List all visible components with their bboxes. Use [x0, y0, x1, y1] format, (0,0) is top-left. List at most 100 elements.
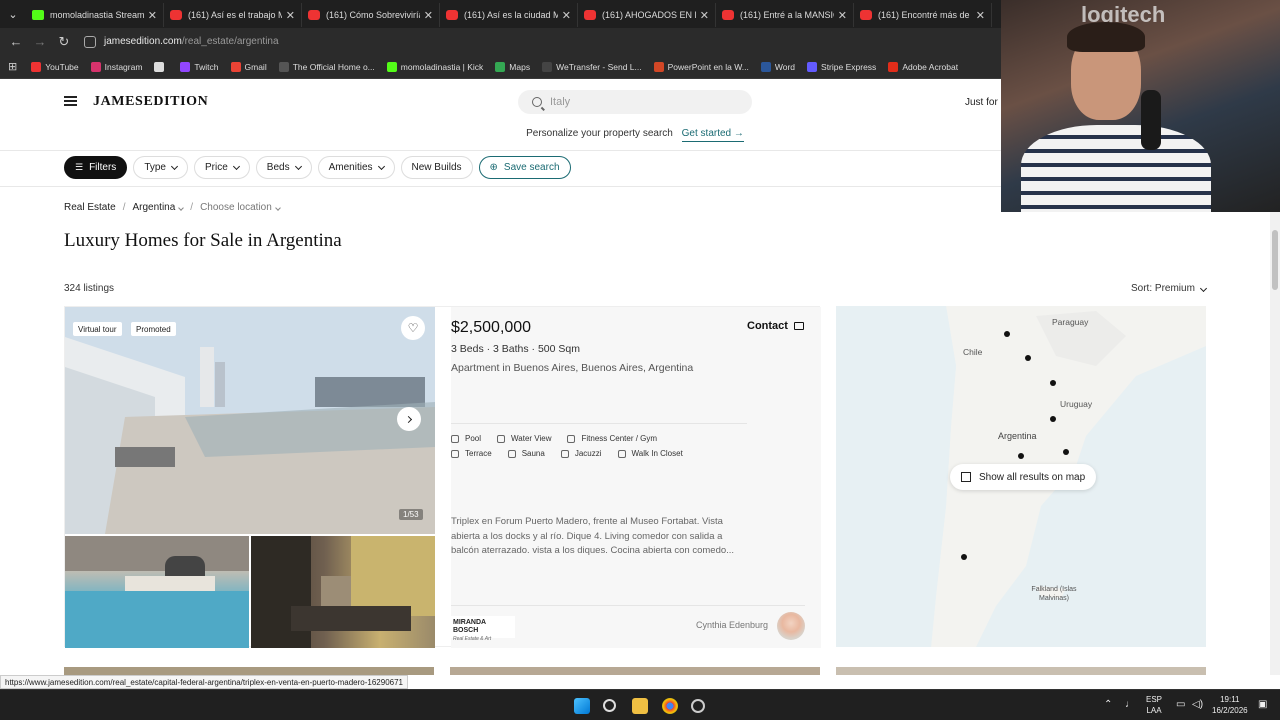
- search-input[interactable]: Italy: [518, 90, 752, 114]
- agency-logo[interactable]: MIRANDA BOSCH Real Estate & Art: [451, 616, 515, 642]
- site-info-icon[interactable]: [84, 35, 96, 48]
- back-arrow-icon[interactable]: ←: [4, 34, 28, 49]
- listing-thumbnail-living[interactable]: [251, 536, 435, 648]
- search-icon: ⊕: [489, 162, 498, 173]
- chevron-down-icon: [294, 162, 302, 170]
- listing-main-photo[interactable]: Virtual tour Promoted ♡ 1/53: [65, 307, 435, 534]
- listing-description: Triplex en Forum Puerto Madero, frente a…: [451, 516, 735, 556]
- powerpoint-icon: [653, 61, 664, 72]
- tab-search-chevron-icon[interactable]: ⌄: [0, 0, 26, 28]
- close-tab-icon[interactable]: ✕: [562, 9, 571, 22]
- microphone-icon: [1141, 90, 1161, 150]
- beds-dropdown[interactable]: Beds: [255, 156, 312, 179]
- wetransfer-icon: [542, 61, 553, 72]
- scrollbar-thumb[interactable]: [1272, 230, 1278, 290]
- just-for-link[interactable]: Just for: [965, 97, 998, 108]
- close-tab-icon[interactable]: ✕: [976, 9, 985, 22]
- bookmark-wetransfer[interactable]: WeTransfer - Send L...: [542, 61, 642, 72]
- bookmark-x[interactable]: [154, 61, 168, 72]
- chevron-down-icon: [377, 162, 385, 170]
- browser-tab[interactable]: (161) Encontré más de 10 ✕: [854, 3, 992, 27]
- bookmark-stripe[interactable]: Stripe Express: [807, 61, 876, 72]
- close-tab-icon[interactable]: ✕: [700, 9, 709, 22]
- map-marker[interactable]: [1050, 416, 1056, 422]
- close-tab-icon[interactable]: ✕: [424, 9, 433, 22]
- get-started-link[interactable]: Get started →: [681, 128, 744, 142]
- browser-tab[interactable]: (161) Así es el trabajo MÁ ✕: [164, 3, 302, 27]
- volume-icon[interactable]: ◁): [1192, 699, 1203, 710]
- url-field[interactable]: jamesedition.com/real_estate/argentina: [84, 30, 984, 53]
- next-listing-photo[interactable]: [450, 667, 820, 675]
- youtube-icon: [584, 10, 596, 20]
- close-tab-icon[interactable]: ✕: [286, 9, 295, 22]
- water-view-icon: [497, 434, 506, 443]
- map-marker[interactable]: [961, 554, 967, 560]
- show-all-on-map-button[interactable]: Show all results on map: [950, 464, 1097, 490]
- map-marker[interactable]: [1063, 449, 1069, 455]
- listing-specs: 3 Beds · 3 Baths · 500 Sqm: [451, 343, 580, 355]
- map-label-chile: Chile: [963, 347, 983, 357]
- browser-tab[interactable]: (161) Entré a la MANSIÓN✕: [716, 3, 854, 27]
- bookmark-youtube[interactable]: YouTube: [31, 61, 79, 72]
- contact-button[interactable]: Contact: [747, 320, 804, 332]
- pool-photo-illustration: [65, 536, 249, 648]
- bookmark-official-home[interactable]: The Official Home o...: [278, 61, 375, 72]
- bookmark-twitch[interactable]: Twitch: [180, 61, 219, 72]
- browser-tab[interactable]: (161) Cómo Sobreviviría Je✕: [302, 3, 440, 27]
- map-marker[interactable]: [1025, 355, 1031, 361]
- apps-grid-icon[interactable]: ⊞: [8, 60, 17, 73]
- map-marker[interactable]: [1018, 453, 1024, 459]
- bookmark-word[interactable]: Word: [760, 61, 795, 72]
- chrome-icon[interactable]: [662, 698, 678, 714]
- breadcrumb-real-estate[interactable]: Real Estate: [64, 202, 116, 213]
- map-marker[interactable]: [1004, 331, 1010, 337]
- windows-start-icon[interactable]: [574, 698, 590, 714]
- browser-tab[interactable]: (161) Así es la ciudad MÁ ✕: [440, 3, 578, 27]
- save-search-button[interactable]: ⊕ Save search: [478, 156, 571, 179]
- clock[interactable]: 19:11 16/2/2026: [1212, 694, 1248, 716]
- forward-arrow-icon[interactable]: →: [28, 34, 52, 49]
- close-tab-icon[interactable]: ✕: [148, 9, 157, 22]
- browser-tab[interactable]: (161) AHOGADOS EN LA ✕: [578, 3, 716, 27]
- taskbar-search-icon[interactable]: [603, 699, 616, 712]
- amenities-row: Terrace Sauna Jacuzzi Walk In Closet: [451, 449, 683, 458]
- price-dropdown[interactable]: Price: [194, 156, 250, 179]
- status-bar-url: https://www.jamesedition.com/real_estate…: [0, 675, 408, 689]
- map-marker[interactable]: [1050, 380, 1056, 386]
- bookmark-gmail[interactable]: Gmail: [230, 61, 267, 72]
- browser-tab[interactable]: momoladinastia Stream - ✕: [26, 3, 164, 27]
- listing-thumbnail-pool[interactable]: [65, 536, 249, 648]
- next-photo-button[interactable]: [397, 407, 421, 431]
- site-logo[interactable]: JAMESEDITION: [93, 94, 208, 110]
- choose-location-dropdown[interactable]: Choose location: [200, 202, 281, 213]
- file-explorer-icon[interactable]: [632, 698, 648, 714]
- reload-icon[interactable]: ↻: [52, 34, 76, 50]
- network-icon[interactable]: ▭: [1176, 699, 1185, 710]
- listing-card[interactable]: Virtual tour Promoted ♡ 1/53 $2,500,000 …: [64, 306, 821, 648]
- breadcrumb-argentina[interactable]: Argentina: [132, 202, 185, 213]
- mic-tray-icon[interactable]: ♩: [1125, 699, 1135, 710]
- next-listing-photo[interactable]: [64, 667, 434, 675]
- close-tab-icon[interactable]: ✕: [838, 9, 847, 22]
- next-listing-photo[interactable]: [836, 667, 1206, 675]
- sort-dropdown[interactable]: Sort: Premium: [1131, 283, 1207, 294]
- language-indicator[interactable]: ESP LAA: [1146, 694, 1162, 716]
- hamburger-menu-icon[interactable]: [64, 96, 77, 106]
- new-builds-button[interactable]: New Builds: [400, 156, 473, 179]
- filters-sliders-icon: ☰: [75, 162, 84, 172]
- bookmark-instagram[interactable]: Instagram: [90, 61, 142, 72]
- filters-button[interactable]: ☰ Filters: [64, 156, 128, 179]
- bookmark-powerpoint[interactable]: PowerPoint en la W...: [653, 61, 749, 72]
- notification-icon[interactable]: ▣: [1258, 699, 1267, 710]
- acrobat-icon: [888, 61, 899, 72]
- chevron-down-icon: [178, 205, 185, 211]
- bookmark-maps[interactable]: Maps: [495, 61, 530, 72]
- bookmark-acrobat[interactable]: Adobe Acrobat: [888, 61, 958, 72]
- living-room-photo-illustration: [251, 536, 435, 648]
- amenities-dropdown[interactable]: Amenities: [317, 156, 395, 179]
- bookmark-kick[interactable]: momoladinastia | Kick: [386, 61, 483, 72]
- obs-icon[interactable]: [691, 699, 705, 713]
- favorite-heart-button[interactable]: ♡: [401, 316, 425, 340]
- type-dropdown[interactable]: Type: [133, 156, 188, 179]
- tray-chevron-icon[interactable]: ⌃: [1104, 699, 1112, 710]
